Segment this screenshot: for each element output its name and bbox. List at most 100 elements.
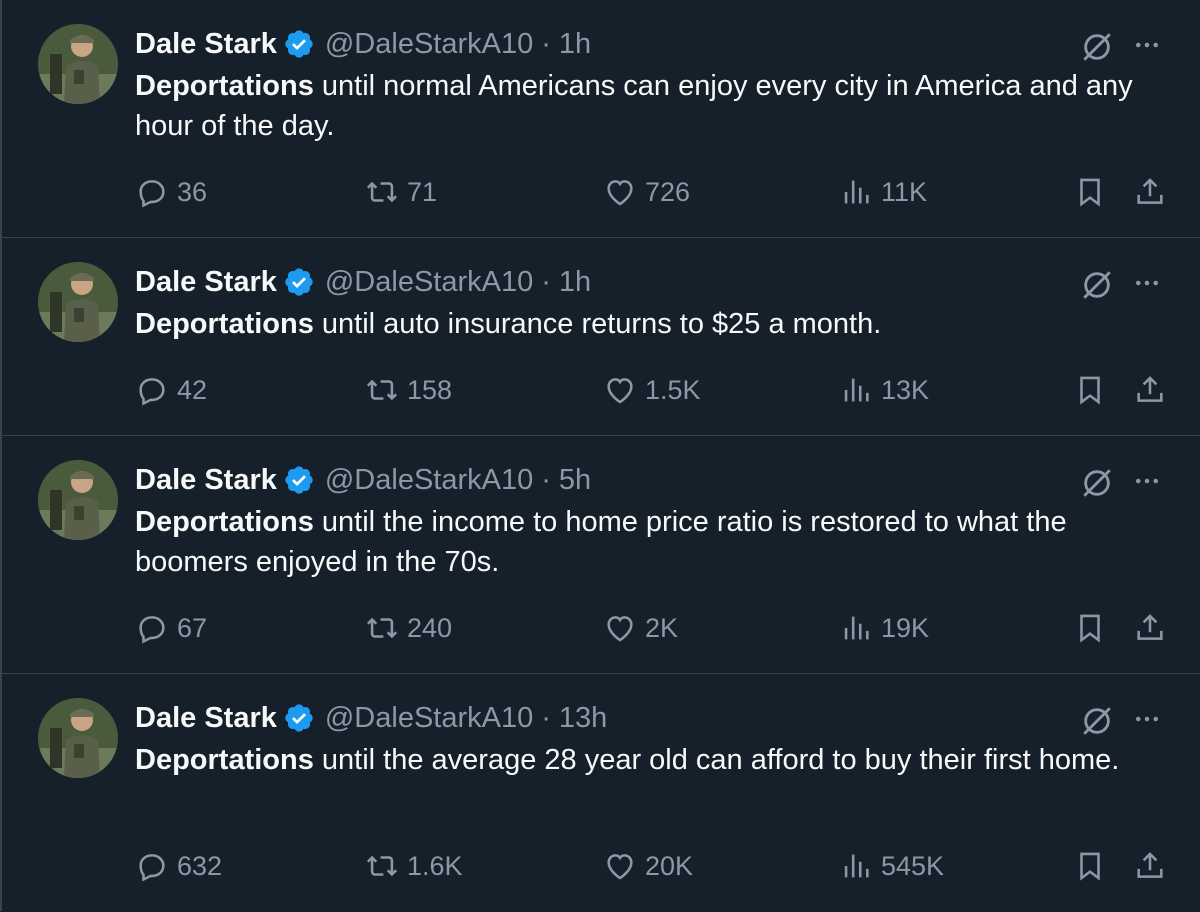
retweet-button[interactable]: 71 [365,172,437,212]
grok-icon[interactable] [1080,466,1114,500]
share-button[interactable] [1133,370,1167,410]
author-handle[interactable]: @DaleStarkA10 [325,24,533,64]
views-button[interactable]: 11K [839,172,927,212]
like-count: 1.5K [645,374,701,405]
more-icon[interactable] [1130,268,1164,298]
reply-icon [139,180,165,208]
separator: · [541,266,551,298]
reply-count: 36 [177,176,208,207]
retweet-button[interactable]: 240 [365,608,452,648]
reply-count: 632 [177,850,223,881]
more-icon[interactable] [1130,30,1164,60]
like-button[interactable]: 1.5K [603,370,701,410]
retweet-icon [366,379,398,401]
bookmark-button[interactable] [1073,608,1107,648]
reply-button[interactable]: 67 [135,608,207,648]
action-bar: 36 71 726 11K [135,172,1175,212]
more-icon[interactable] [1130,704,1164,734]
author-handle[interactable]: @DaleStarkA10 [325,460,533,500]
bookmark-button[interactable] [1073,370,1107,410]
tweet-header: Dale Stark @DaleStarkA10 · 1h [135,262,591,302]
avatar[interactable] [38,24,118,104]
tweet-text-bold: Deportations [135,70,314,102]
timestamp[interactable]: 1h [559,24,591,64]
tweet[interactable]: Dale Stark @DaleStarkA10 · 5h Deportatio… [0,435,1200,673]
like-button[interactable]: 2K [603,608,678,648]
tweet-text-bold: Deportations [135,744,314,776]
verified-badge-icon [285,268,313,296]
views-button[interactable]: 545K [839,846,944,886]
bookmark-icon [1080,614,1100,643]
tweet-text: Deportations until the income to home pr… [135,502,1165,582]
separator: · [541,464,551,496]
bookmark-button[interactable] [1073,846,1107,886]
timestamp[interactable]: 13h [559,698,607,738]
views-count: 11K [881,176,928,207]
like-button[interactable]: 726 [603,172,690,212]
reply-icon [139,378,165,406]
share-button[interactable] [1133,608,1167,648]
share-icon [1137,614,1163,640]
tweet[interactable]: Dale Stark @DaleStarkA10 · 1h Deportatio… [0,0,1200,237]
like-button[interactable]: 20K [603,846,693,886]
views-button[interactable]: 13K [839,370,929,410]
views-count: 13K [881,374,930,405]
share-button[interactable] [1133,846,1167,886]
retweet-count: 1.6K [407,850,463,881]
reply-button[interactable]: 36 [135,172,207,212]
author-name[interactable]: Dale Stark [135,460,277,500]
views-count: 19K [881,612,930,643]
tweet-text-bold: Deportations [135,506,314,538]
retweet-icon [366,617,398,639]
retweet-count: 240 [407,612,453,643]
author-handle[interactable]: @DaleStarkA10 [325,262,533,302]
avatar[interactable] [38,460,118,540]
retweet-button[interactable]: 158 [365,370,452,410]
separator: · [541,28,551,60]
author-name[interactable]: Dale Stark [135,698,277,738]
reply-button[interactable]: 42 [135,370,207,410]
like-count: 726 [645,176,691,207]
timestamp[interactable]: 5h [559,460,591,500]
author-name[interactable]: Dale Stark [135,24,277,64]
verified-badge-icon [285,30,313,58]
retweet-button[interactable]: 1.6K [365,846,463,886]
grok-icon[interactable] [1080,704,1114,738]
tweet-text-body: until auto insurance returns to $25 a mo… [313,308,882,340]
share-icon [1137,376,1163,402]
views-icon [844,854,869,878]
avatar[interactable] [38,262,118,342]
views-button[interactable]: 19K [839,608,929,648]
grok-icon[interactable] [1080,268,1114,302]
share-button[interactable] [1133,172,1167,212]
bookmark-button[interactable] [1073,172,1107,212]
like-count: 2K [645,612,679,643]
tweet-text-bold: Deportations [135,308,314,340]
tweet-text-body: until the average 28 year old can afford… [313,744,1120,776]
tweet-header: Dale Stark @DaleStarkA10 · 5h [135,460,591,500]
heart-icon [607,616,633,642]
tweet[interactable]: Dale Stark @DaleStarkA10 · 1h Deportatio… [0,237,1200,435]
bookmark-icon [1080,178,1100,207]
views-count: 545K [881,850,945,881]
tweet-header: Dale Stark @DaleStarkA10 · 13h [135,698,607,738]
more-icon[interactable] [1130,466,1164,496]
heart-icon [607,180,633,206]
tweet-text: Deportations until the average 28 year o… [135,740,1165,780]
tweet-feed: Dale Stark @DaleStarkA10 · 1h Deportatio… [0,0,1200,912]
share-icon [1137,852,1163,878]
timestamp[interactable]: 1h [559,262,591,302]
reply-icon [139,616,165,644]
author-name[interactable]: Dale Stark [135,262,277,302]
heart-icon [607,854,633,880]
action-bar: 67 240 2K 19K [135,608,1175,648]
grok-icon[interactable] [1080,30,1114,64]
tweet[interactable]: Dale Stark @DaleStarkA10 · 13h Deportati… [0,673,1200,911]
separator: · [541,702,551,734]
author-handle[interactable]: @DaleStarkA10 [325,698,533,738]
reply-button[interactable]: 632 [135,846,222,886]
reply-count: 42 [177,374,208,405]
views-icon [844,180,869,204]
reply-icon [139,854,165,882]
avatar[interactable] [38,698,118,778]
